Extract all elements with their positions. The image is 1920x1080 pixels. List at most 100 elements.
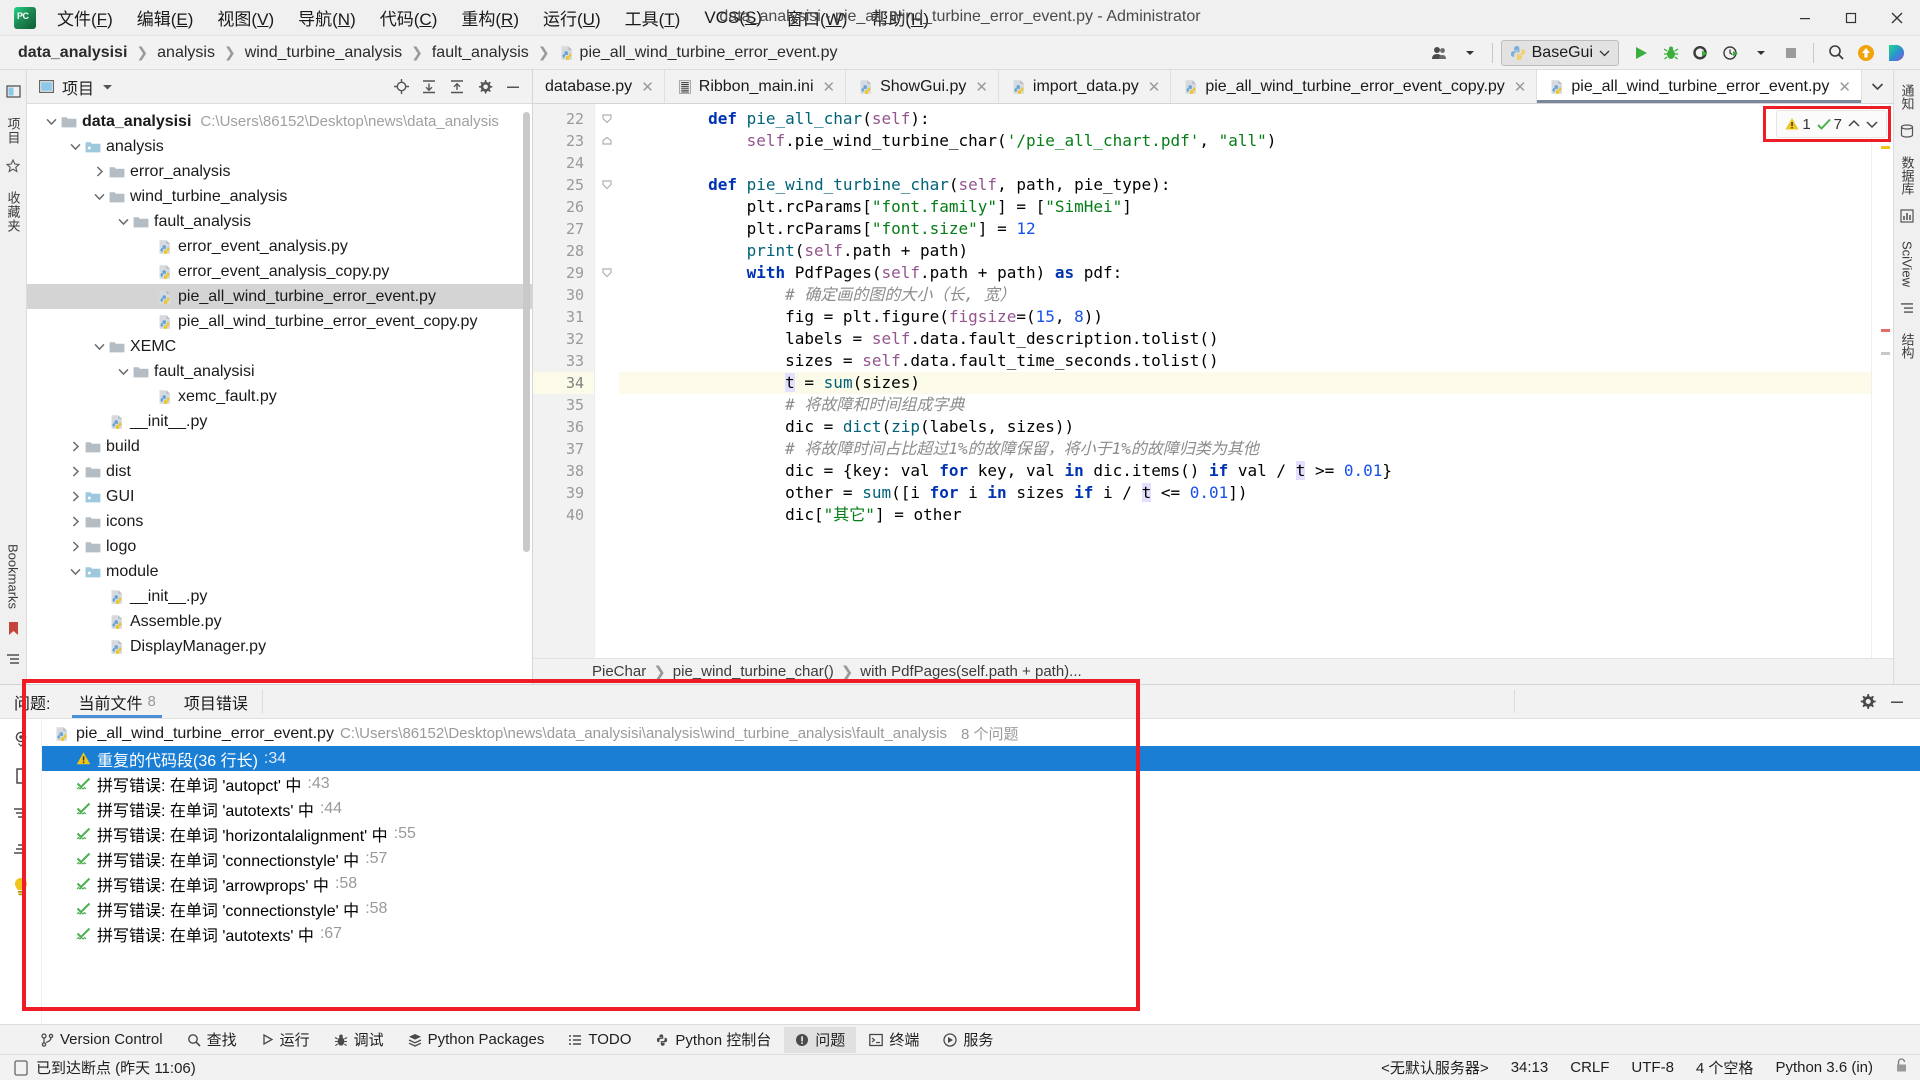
tree-node-wind_turbine_analysis[interactable]: wind_turbine_analysis	[27, 184, 532, 209]
chevron-right-icon[interactable]	[67, 441, 83, 452]
line-number-30[interactable]: 30	[533, 284, 594, 306]
quick-fix-bulb-icon[interactable]	[12, 877, 30, 901]
collapse-all-icon[interactable]	[444, 75, 470, 99]
inspection-widget[interactable]: 1 7	[1776, 110, 1887, 138]
tool-window-button-python-packages[interactable]: Python Packages	[397, 1027, 556, 1053]
code-breadcrumb-item-1[interactable]: pie_wind_turbine_char()	[670, 662, 837, 681]
indent-setting[interactable]: 4 个空格	[1696, 1057, 1754, 1078]
close-icon[interactable]: ✕	[1148, 78, 1161, 96]
problems-list[interactable]: pie_all_wind_turbine_error_event.py C:\U…	[42, 719, 1920, 1024]
line-number-38[interactable]: 38	[533, 460, 594, 482]
tree-node-logo[interactable]: logo	[27, 534, 532, 559]
tool-window-button---[interactable]: 运行	[250, 1027, 321, 1053]
tree-node-assemble-py[interactable]: Assemble.py	[27, 609, 532, 634]
caret-position[interactable]: 34:13	[1511, 1059, 1549, 1076]
menu-item-0[interactable]: 文件(F)	[46, 1, 124, 34]
bookmark-icon[interactable]	[7, 621, 20, 640]
tool-window-button---[interactable]: 终端	[858, 1027, 930, 1053]
tree-node-error_event_analysis-py[interactable]: error_event_analysis.py	[27, 234, 532, 259]
tree-node-xemc_fault-py[interactable]: xemc_fault.py	[27, 384, 532, 409]
breadcrumb-item-0[interactable]: data_analysisi	[14, 42, 131, 64]
line-number-24[interactable]: 24	[533, 152, 594, 174]
chevron-right-icon[interactable]	[67, 466, 83, 477]
database-icon[interactable]	[1900, 124, 1914, 142]
line-number-27[interactable]: 27	[533, 218, 594, 240]
chevron-down-icon[interactable]	[67, 142, 83, 151]
line-number-26[interactable]: 26	[533, 196, 594, 218]
menu-item-6[interactable]: 运行(U)	[532, 1, 612, 34]
tree-node-fault_analysis[interactable]: fault_analysis	[27, 209, 532, 234]
code-line-32[interactable]: labels = self.data.fault_description.tol…	[619, 328, 1871, 350]
breadcrumb-item-3[interactable]: fault_analysis	[428, 42, 533, 64]
expand-all-icon[interactable]	[416, 75, 442, 99]
tree-node-module[interactable]: module	[27, 559, 532, 584]
hide-panel-icon[interactable]	[500, 75, 526, 99]
stop-button[interactable]	[1777, 40, 1805, 66]
right-stripe-label-sciview[interactable]: SciView	[1900, 233, 1915, 295]
fold-marker-start[interactable]	[595, 262, 619, 284]
tree-node-analysis[interactable]: analysis	[27, 134, 532, 159]
close-icon[interactable]: ✕	[1838, 78, 1851, 96]
inspection-eye-icon[interactable]	[12, 729, 30, 751]
next-problem-icon[interactable]	[1866, 116, 1878, 133]
fold-marker-start[interactable]	[595, 174, 619, 196]
chevron-down-icon[interactable]	[115, 367, 131, 376]
tool-window-button-python----[interactable]: Python 控制台	[644, 1027, 782, 1053]
tree-node-build[interactable]: build	[27, 434, 532, 459]
code-line-33[interactable]: sizes = self.data.fault_time_seconds.tol…	[619, 350, 1871, 372]
tool-window-button---[interactable]: 服务	[932, 1027, 1004, 1053]
problem-item-2[interactable]: 拼写错误: 在单词 'autotexts' 中:44	[42, 796, 1920, 821]
tree-node-icons[interactable]: icons	[27, 509, 532, 534]
problem-item-7[interactable]: 拼写错误: 在单词 'autotexts' 中:67	[42, 921, 1920, 946]
code-line-31[interactable]: fig = plt.figure(figsize=(15, 8))	[619, 306, 1871, 328]
tree-node-displaymanager-py[interactable]: DisplayManager.py	[27, 634, 532, 659]
error-stripe-marks[interactable]	[1871, 104, 1893, 658]
code-line-36[interactable]: dic = dict(zip(labels, sizes))	[619, 416, 1871, 438]
tree-node-pie_all_wind_turbine_error_event_copy-py[interactable]: pie_all_wind_turbine_error_event_copy.py	[27, 309, 532, 334]
tree-node-data_analysisi[interactable]: data_analysisi C:\Users\86152\Desktop\new…	[27, 109, 532, 134]
editor-tab-showgui-py[interactable]: ShowGui.py ✕	[846, 70, 999, 103]
editor-tab-pie_all_wind_turbine_error_event_copy-py[interactable]: pie_all_wind_turbine_error_event_copy.py…	[1171, 70, 1538, 103]
server-indicator[interactable]: <无默认服务器>	[1381, 1057, 1489, 1078]
code-line-22[interactable]: def pie_all_char(self):	[619, 108, 1871, 130]
editor-tab-import_data-py[interactable]: import_data.py ✕	[999, 70, 1172, 103]
project-tree[interactable]: data_analysisi C:\Users\86152\Desktop\new…	[27, 104, 532, 684]
tree-node-error_analysis[interactable]: error_analysis	[27, 159, 532, 184]
close-icon[interactable]: ✕	[975, 78, 988, 96]
code-folding-gutter[interactable]	[595, 104, 619, 658]
line-number-25[interactable]: 25	[533, 174, 594, 196]
minimize-button[interactable]	[1782, 0, 1828, 36]
line-number-34[interactable]: 34	[533, 372, 594, 394]
code-breadcrumb-item-2[interactable]: with PdfPages(self.path + path)...	[857, 662, 1084, 681]
tool-window-button-todo[interactable]: TODO	[557, 1027, 642, 1053]
breadcrumb-item-1[interactable]: analysis	[153, 42, 219, 64]
line-separator[interactable]: CRLF	[1570, 1059, 1609, 1076]
user-account-icon[interactable]	[1426, 40, 1454, 66]
tool-window-button---[interactable]: 查找	[176, 1027, 248, 1053]
code-line-40[interactable]: dic["其它"] = other	[619, 504, 1871, 526]
menu-item-1[interactable]: 编辑(E)	[126, 1, 205, 34]
line-number-39[interactable]: 39	[533, 482, 594, 504]
chevron-down-icon[interactable]	[91, 342, 107, 351]
maximize-button[interactable]	[1828, 0, 1874, 36]
line-number-40[interactable]: 40	[533, 504, 594, 526]
chevron-right-icon[interactable]	[91, 166, 107, 177]
code-line-38[interactable]: dic = {key: val for key, val in dic.item…	[619, 460, 1871, 482]
run-configuration-selector[interactable]: BaseGui	[1500, 39, 1619, 66]
project-tree-scrollbar[interactable]	[523, 112, 530, 552]
tree-node-pie_all_wind_turbine_error_event-py[interactable]: pie_all_wind_turbine_error_event.py	[27, 284, 532, 309]
settings-icon[interactable]	[1854, 690, 1880, 714]
tool-window-button---[interactable]: 问题	[784, 1026, 857, 1053]
chevron-right-icon[interactable]	[67, 491, 83, 502]
run-button[interactable]	[1627, 40, 1655, 66]
right-stripe-label-database[interactable]: 数据库	[1898, 148, 1917, 203]
line-number-32[interactable]: 32	[533, 328, 594, 350]
sort-descending-icon[interactable]	[12, 841, 30, 861]
tree-node-dist[interactable]: dist	[27, 459, 532, 484]
structure-icon[interactable]	[1900, 301, 1914, 319]
chevron-right-icon[interactable]	[67, 541, 83, 552]
hide-panel-icon[interactable]	[1884, 690, 1910, 714]
line-number-31[interactable]: 31	[533, 306, 594, 328]
chevron-down-icon[interactable]	[115, 217, 131, 226]
problem-item-3[interactable]: 拼写错误: 在单词 'horizontalalignment' 中:55	[42, 821, 1920, 846]
